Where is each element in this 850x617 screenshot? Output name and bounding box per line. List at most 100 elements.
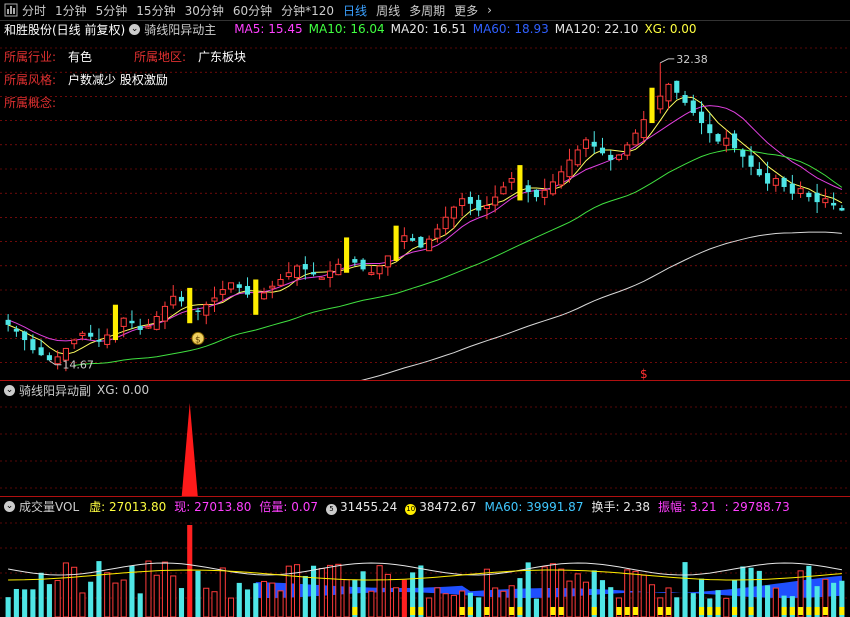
sub-indicator-chart[interactable] xyxy=(0,399,850,496)
ma-legend-item-0: MA5: 15.45 xyxy=(234,22,303,36)
signal-candle xyxy=(253,279,259,315)
volume-bar-up xyxy=(434,587,441,617)
candle-body-up xyxy=(566,159,573,178)
volume-bar-down xyxy=(765,585,771,617)
candle-body-down xyxy=(360,259,366,270)
volume-bar-up xyxy=(277,590,284,617)
candle-body-down xyxy=(608,154,614,161)
signal-candle xyxy=(517,165,523,201)
candle-body-up xyxy=(161,305,169,322)
volume-bar-down xyxy=(22,589,28,617)
style-value: 户数减少 股权激励 xyxy=(68,73,168,87)
candle-body-down xyxy=(244,286,251,295)
candle-body-up xyxy=(459,198,466,207)
candle-body-up xyxy=(293,265,301,279)
tab-5[interactable]: 60分钟 xyxy=(233,4,272,18)
candle-body-up xyxy=(153,315,160,330)
volume-legend-item-2: 倍量: 0.07 xyxy=(259,499,318,514)
candle-body-up xyxy=(227,282,235,290)
candle-body-up xyxy=(797,188,804,194)
volume-signal-stub xyxy=(467,607,473,615)
volume-bar-spike xyxy=(187,525,193,617)
tab-8[interactable]: 周线 xyxy=(376,4,400,18)
candle-body-down xyxy=(698,111,705,124)
tab-4[interactable]: 30分钟 xyxy=(185,4,224,18)
volume-bar-up xyxy=(723,597,730,617)
volume-legend-item-5: MA60: 39991.87 xyxy=(484,499,584,514)
candle-body-down xyxy=(715,134,721,142)
volume-bar-spike xyxy=(401,579,407,617)
candle-body-up xyxy=(327,270,334,278)
volume-signal-stub xyxy=(731,607,738,615)
volume-bar-up xyxy=(492,587,499,617)
candle-body-up xyxy=(376,265,383,275)
sub-indicator-name[interactable]: 骑线阳异动副 xyxy=(19,382,91,399)
period-toolbar: 分时 1分钟 5分钟 15分钟 30分钟 60分钟 分钟*120 日线 周线 多周期 更多 › xyxy=(0,0,850,21)
volume-bar-up xyxy=(393,587,400,617)
volume-signal-stub xyxy=(558,607,564,615)
tab-0[interactable]: 分时 xyxy=(22,4,46,18)
chart-toggle-icon[interactable] xyxy=(4,3,18,17)
candle-body-up xyxy=(657,95,664,110)
candle-body-down xyxy=(748,155,754,167)
industry-key: 所属行业: xyxy=(4,50,57,64)
collapse-circle-icon[interactable]: ⌄ xyxy=(4,384,15,396)
more-chevron-icon[interactable]: › xyxy=(487,3,492,17)
tab-3[interactable]: 15分钟 xyxy=(136,4,175,18)
tab-9[interactable]: 多周期 xyxy=(409,4,445,18)
candle-body-down xyxy=(756,169,762,176)
candle-body-up xyxy=(335,263,342,276)
volume-bar-down xyxy=(137,593,143,617)
candle-body-up xyxy=(120,317,127,327)
ma-legend-item-5: XG: 0.00 xyxy=(644,22,697,36)
tab-10[interactable]: 更多 xyxy=(454,4,478,18)
volume-signal-stub xyxy=(418,607,424,615)
volume-signal-stub xyxy=(814,607,820,615)
signal-candle xyxy=(649,87,655,124)
candle-body-down xyxy=(302,264,308,270)
tab-7[interactable]: 日线 xyxy=(343,4,367,18)
candle-body-down xyxy=(690,100,696,113)
candle-body-down xyxy=(418,236,424,248)
signal-spike xyxy=(181,403,198,496)
candle-body-down xyxy=(195,310,201,312)
volume-bar-down xyxy=(253,583,259,617)
candle-body-up xyxy=(79,332,86,336)
volume-chart[interactable] xyxy=(0,515,850,617)
candle-body-down xyxy=(88,332,94,337)
candle-body-down xyxy=(236,284,242,288)
tab-6[interactable]: 分钟*120 xyxy=(281,4,334,18)
stock-title[interactable]: 和胜股份(日线 前复权) xyxy=(4,21,125,38)
volume-signal-stub xyxy=(624,607,630,615)
volume-signal-stub xyxy=(748,607,754,615)
candle-body-down xyxy=(30,339,36,351)
collapse-circle-icon[interactable]: ⌄ xyxy=(129,23,141,35)
main-indicator-name[interactable]: 骑线阳异动主 xyxy=(144,21,216,38)
ma-legend-item-2: MA20: 16.51 xyxy=(390,22,467,36)
volume-signal-stub xyxy=(484,607,490,615)
volume-indicator-name[interactable]: 成交量VOL xyxy=(19,498,79,515)
candle-body-down xyxy=(731,133,738,149)
main-price-chart[interactable]: 32.38 14.67 $ $ xyxy=(0,38,850,380)
volume-bar-up xyxy=(376,565,383,617)
volume-legend-item-6: 换手: 2.38 xyxy=(591,499,651,514)
volume-bar-down xyxy=(831,582,837,617)
candle-body-up xyxy=(145,326,152,329)
volume-bar-up xyxy=(640,574,647,617)
tab-2[interactable]: 5分钟 xyxy=(96,4,128,18)
signal-candle xyxy=(393,225,399,261)
volume-signal-stub xyxy=(707,607,713,615)
candle-body-up xyxy=(723,137,730,146)
volume-bar-down xyxy=(740,566,746,617)
candle-body-down xyxy=(96,340,102,342)
candle-body-up xyxy=(640,119,647,139)
candle-body-down xyxy=(5,319,11,325)
volume-bar-down xyxy=(682,562,688,617)
volume-bar-down xyxy=(690,593,696,617)
collapse-circle-icon[interactable]: ⌄ xyxy=(4,500,15,512)
volume-bar-down xyxy=(129,565,135,617)
volume-signal-stub xyxy=(798,607,804,615)
tab-1[interactable]: 1分钟 xyxy=(55,4,87,18)
region-key: 所属地区: xyxy=(134,50,187,64)
industry-value: 有色 xyxy=(68,50,93,64)
